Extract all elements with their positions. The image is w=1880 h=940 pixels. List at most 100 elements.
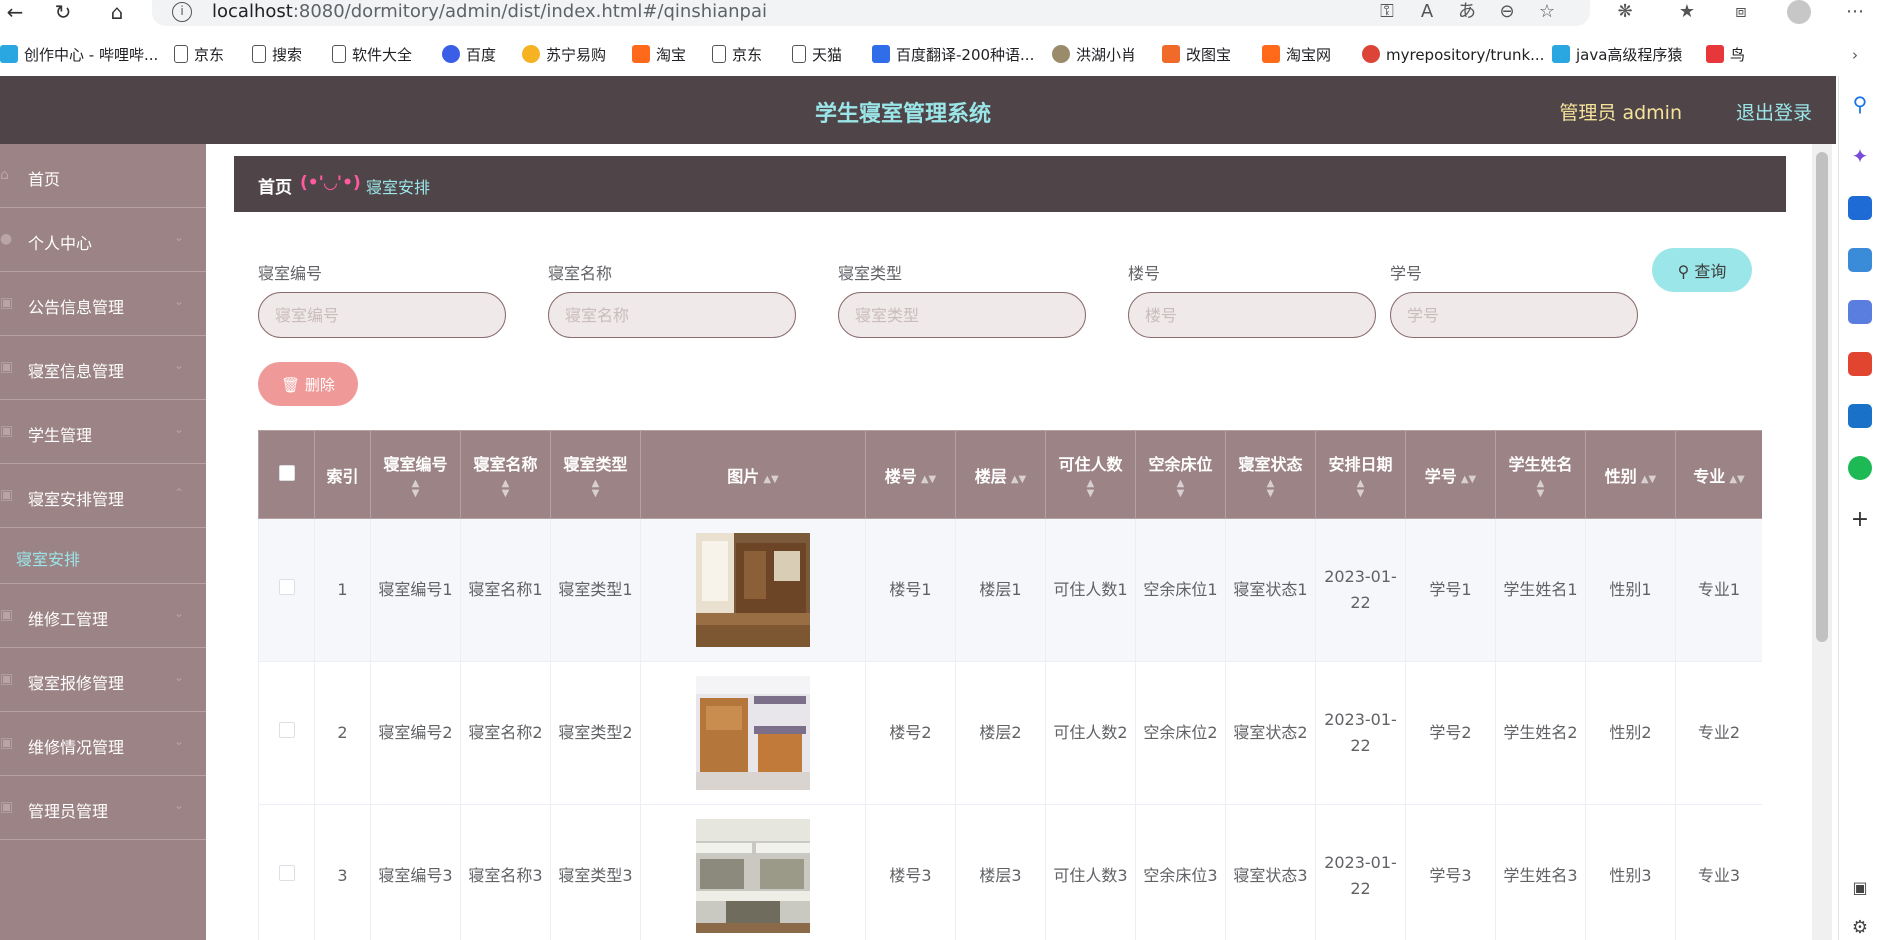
back-icon[interactable]: ← bbox=[0, 0, 30, 24]
sort-icon[interactable]: ▲▼ bbox=[921, 474, 936, 485]
read-aloud-icon[interactable]: A bbox=[1412, 0, 1442, 24]
search-icon[interactable]: ⚲ bbox=[1848, 92, 1872, 116]
room-no-input[interactable] bbox=[258, 292, 506, 338]
bookmark-item[interactable]: 淘宝 bbox=[632, 42, 686, 68]
sort-icon[interactable]: ▲▼ bbox=[553, 478, 638, 499]
bookmark-item[interactable]: 鸟 bbox=[1706, 42, 1745, 68]
home-icon[interactable]: ⌂ bbox=[102, 0, 132, 24]
sparkle-icon[interactable]: ✦ bbox=[1848, 144, 1872, 168]
sort-icon[interactable]: ▲▼ bbox=[373, 478, 458, 499]
table-row[interactable]: 2 寝室编号2 寝室名称2 寝室类型2 楼号2 楼层2 可住人数2 空余床位2 … bbox=[258, 661, 1762, 805]
sidebar-item-repair-request-management[interactable]: ▣ 寝室报修管理 ⌄ bbox=[0, 648, 206, 712]
spotify-icon[interactable] bbox=[1848, 456, 1872, 480]
bookmark-item[interactable]: 改图宝 bbox=[1162, 42, 1231, 68]
query-button[interactable]: ⚲ 查询 bbox=[1652, 248, 1752, 292]
bookmark-item[interactable]: 百度 bbox=[442, 42, 496, 68]
sidebar-item-admin-management[interactable]: ▣ 管理员管理 ⌄ bbox=[0, 776, 206, 840]
row-checkbox[interactable] bbox=[278, 865, 295, 881]
column-header[interactable]: 性别 ▲▼ bbox=[1585, 430, 1676, 519]
add-icon[interactable]: + bbox=[1848, 508, 1872, 532]
sidebar-item-personal-center[interactable]: ● 个人中心 ⌄ bbox=[0, 208, 206, 272]
sort-icon[interactable]: ▲▼ bbox=[1138, 478, 1223, 499]
bookmark-item[interactable]: 创作中心 - 哔哩哔... bbox=[0, 42, 158, 68]
toolbox-icon[interactable] bbox=[1848, 248, 1872, 272]
column-header[interactable]: 楼层 ▲▼ bbox=[955, 430, 1046, 519]
zoom-out-icon[interactable]: ⊖ bbox=[1492, 0, 1522, 24]
column-header[interactable]: 寝室状态 ▲ ▼ bbox=[1225, 430, 1316, 519]
bookmark-item[interactable]: 淘宝网 bbox=[1262, 42, 1331, 68]
table-row[interactable]: 1 寝室编号1 寝室名称1 寝室类型1 楼号1 楼层1 可住人数1 空余床位1 … bbox=[258, 518, 1762, 662]
tag-icon[interactable] bbox=[1848, 196, 1872, 220]
sort-icon[interactable]: ▲▼ bbox=[1729, 474, 1744, 485]
sort-icon[interactable]: ▲▼ bbox=[463, 478, 548, 499]
bookmark-item[interactable]: java高级程序猿 bbox=[1552, 42, 1682, 68]
bookmark-item[interactable]: 洪湖小肖 bbox=[1052, 42, 1136, 68]
profile-avatar[interactable] bbox=[1784, 0, 1814, 24]
column-header[interactable]: 专业 ▲▼ bbox=[1675, 430, 1762, 519]
main-scrollbar[interactable] bbox=[1812, 144, 1832, 940]
row-checkbox[interactable] bbox=[278, 722, 295, 738]
bookmark-item[interactable]: 京东 bbox=[712, 42, 762, 68]
delete-button[interactable]: 🗑 删除 bbox=[258, 362, 358, 406]
column-header[interactable]: 学号 ▲▼ bbox=[1405, 430, 1496, 519]
bookmark-item[interactable]: 天猫 bbox=[792, 42, 842, 68]
row-checkbox[interactable] bbox=[278, 579, 295, 595]
more-icon[interactable]: ⋯ bbox=[1840, 0, 1870, 24]
favorites-icon[interactable]: ★ bbox=[1672, 0, 1702, 24]
sidebar-item-room-info-management[interactable]: ▣ 寝室信息管理 ⌄ bbox=[0, 336, 206, 400]
column-header[interactable]: 安排日期 ▲ ▼ bbox=[1315, 430, 1406, 519]
room-image[interactable] bbox=[696, 819, 810, 933]
sort-icon[interactable]: ▲▼ bbox=[763, 474, 778, 485]
office-icon[interactable] bbox=[1848, 352, 1872, 376]
sort-icon[interactable]: ▲▼ bbox=[1641, 474, 1656, 485]
column-header[interactable]: 楼号 ▲▼ bbox=[865, 430, 956, 519]
room-name-input[interactable] bbox=[548, 292, 796, 338]
bookmark-item[interactable]: 百度翻译-200种语... bbox=[872, 42, 1034, 68]
panel-icon[interactable]: ▣ bbox=[1848, 876, 1872, 900]
breadcrumb-home[interactable]: 首页 bbox=[258, 173, 292, 198]
student-no-input[interactable] bbox=[1390, 292, 1638, 338]
refresh-icon[interactable]: ↻ bbox=[48, 0, 78, 24]
table-row[interactable]: 3 寝室编号3 寝室名称3 寝室类型3 楼号3 楼层3 可住人数3 空余床位3 … bbox=[258, 804, 1762, 940]
column-header[interactable]: 寝室类型 ▲ ▼ bbox=[550, 430, 641, 519]
bookmark-item[interactable]: 京东 bbox=[174, 42, 224, 68]
sidebar-item-notice-management[interactable]: ▣ 公告信息管理 ⌄ bbox=[0, 272, 206, 336]
sidebar-item-student-management[interactable]: ▣ 学生管理 ⌄ bbox=[0, 400, 206, 464]
translate-icon[interactable]: あ bbox=[1452, 0, 1482, 24]
column-header[interactable]: 可住人数 ▲ ▼ bbox=[1045, 430, 1136, 519]
select-all-checkbox[interactable] bbox=[278, 464, 295, 481]
sidebar-item-room-arrangement-management[interactable]: ▣ 寝室安排管理 ⌃ bbox=[0, 464, 206, 528]
bookmark-item[interactable]: 软件大全 bbox=[332, 42, 412, 68]
favorite-add-icon[interactable]: ☆ bbox=[1532, 0, 1562, 24]
column-header[interactable]: 空余床位 ▲ ▼ bbox=[1135, 430, 1226, 519]
collections-icon[interactable]: ⧈ bbox=[1726, 0, 1756, 24]
sidebar-subitem-room-arrangement[interactable]: 寝室安排 bbox=[0, 528, 206, 584]
sort-icon[interactable]: ▲▼ bbox=[1228, 478, 1313, 499]
key-icon[interactable]: ⚿ bbox=[1372, 0, 1402, 24]
sidebar-item-repairman-management[interactable]: ▣ 维修工管理 ⌄ bbox=[0, 584, 206, 648]
bookmarks-more-icon[interactable]: › bbox=[1852, 42, 1858, 68]
outlook-icon[interactable] bbox=[1848, 404, 1872, 428]
sort-icon[interactable]: ▲▼ bbox=[1011, 474, 1026, 485]
sidebar-item-repair-status-management[interactable]: ▣ 维修情况管理 ⌄ bbox=[0, 712, 206, 776]
room-type-input[interactable] bbox=[838, 292, 1086, 338]
bookmark-item[interactable]: 苏宁易购 bbox=[522, 42, 606, 68]
room-image[interactable] bbox=[696, 676, 810, 790]
column-header[interactable]: 学生姓名 ▲ ▼ bbox=[1495, 430, 1586, 519]
column-header[interactable]: 寝室名称 ▲ ▼ bbox=[460, 430, 551, 519]
sidebar-item-home[interactable]: ⌂ 首页 bbox=[0, 144, 206, 208]
games-icon[interactable] bbox=[1848, 300, 1872, 324]
bookmark-item[interactable]: myrepository/trunk... bbox=[1362, 42, 1544, 68]
info-icon[interactable]: i bbox=[172, 2, 192, 22]
room-image[interactable] bbox=[696, 533, 810, 647]
column-header[interactable]: 图片 ▲▼ bbox=[640, 430, 866, 519]
bookmark-item[interactable]: 搜索 bbox=[252, 42, 302, 68]
sort-icon[interactable]: ▲▼ bbox=[1461, 474, 1476, 485]
url-field[interactable]: i localhost:8080/dormitory/admin/dist/in… bbox=[152, 0, 1590, 26]
extensions-icon[interactable]: ❋ bbox=[1610, 0, 1640, 24]
column-header[interactable]: 寝室编号 ▲ ▼ bbox=[370, 430, 461, 519]
settings-icon[interactable]: ⚙ bbox=[1848, 916, 1872, 940]
scrollbar-thumb[interactable] bbox=[1816, 152, 1828, 642]
sort-icon[interactable]: ▲▼ bbox=[1048, 478, 1133, 499]
sort-icon[interactable]: ▲▼ bbox=[1318, 478, 1403, 499]
